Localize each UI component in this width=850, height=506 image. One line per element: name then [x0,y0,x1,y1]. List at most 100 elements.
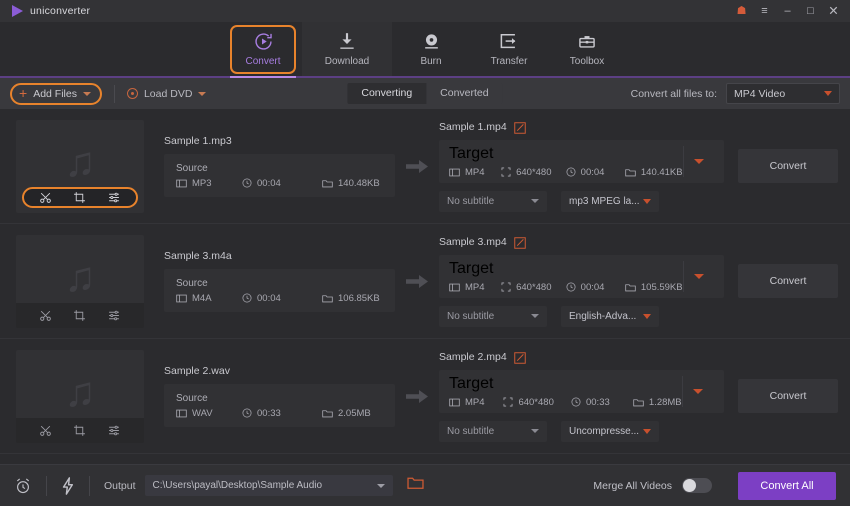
nav-tab-toolbox-label: Toolbox [569,55,605,67]
close-icon[interactable]: ✕ [827,4,840,18]
target-panel: Target MP4 640*480 [439,254,724,298]
minimize-icon[interactable]: – [781,4,794,18]
file-list: ♫ Sample 1.mp3 Source MP3 00:04 140.48KB… [0,109,850,464]
arrow-right-icon [406,389,428,403]
source-format: M4A [176,293,238,304]
convert-all-to-select[interactable]: MP4 Video [726,83,840,104]
target-format-dropdown[interactable] [682,145,714,177]
target-format: MP4 [449,282,497,293]
effect-icon[interactable] [107,424,121,437]
edit-icon[interactable] [513,236,526,249]
target-duration: 00:04 [566,282,621,293]
open-folder-icon[interactable] [406,476,424,495]
maximize-icon[interactable]: □ [804,4,817,18]
alarm-clock-icon[interactable] [14,477,32,495]
convert-icon [253,32,274,52]
nav-tab-burn[interactable]: Burn [392,22,470,76]
source-meta: MP3 00:04 140.48KB [176,178,383,189]
bottom-divider [89,475,90,496]
load-dvd-label: Load DVD [143,87,193,100]
subtitle-value: No subtitle [447,195,495,207]
lightning-bolt-icon[interactable] [61,476,75,495]
thumbnail-tools [16,302,144,328]
source-format: MP3 [176,178,238,189]
nav-tab-convert[interactable]: Convert [224,22,302,78]
file-thumbnail[interactable]: ♫ [16,119,144,213]
source-size: 2.05MB [322,408,371,419]
subtitle-select[interactable]: No subtitle [439,190,547,212]
tab-converted[interactable]: Converted [426,83,502,104]
tab-converting[interactable]: Converting [347,83,427,104]
convert-button[interactable]: Convert [738,264,838,298]
source-column: Sample 1.mp3 Source MP3 00:04 140.48KB [144,135,395,197]
subtitle-select[interactable]: No subtitle [439,420,547,442]
crop-icon[interactable] [73,309,86,322]
source-size: 140.48KB [322,178,380,189]
trim-icon[interactable] [39,309,52,322]
target-resolution: 640*480 [501,282,562,293]
convert-all-button[interactable]: Convert All [738,471,836,500]
audio-track-value: Uncompresse... [569,425,640,437]
effect-icon[interactable] [107,309,121,322]
thumbnail-tools-highlighted [22,186,138,208]
target-label: Target [449,374,494,392]
audio-track-select[interactable]: Uncompresse... [561,420,659,442]
target-meta: MP4 640*480 00:04 [449,282,683,293]
file-thumbnail[interactable]: ♫ [16,234,144,328]
nav-tab-transfer[interactable]: Transfer [470,22,548,76]
edit-icon[interactable] [513,351,526,364]
conversion-arrow [395,159,439,173]
chevron-down-icon [693,388,704,394]
audio-track-select[interactable]: mp3 MPEG la... [561,190,659,212]
source-meta: M4A 00:04 106.85KB [176,293,383,304]
load-dvd-button[interactable]: Load DVD [126,87,207,100]
file-thumbnail[interactable]: ♫ [16,349,144,443]
crop-icon[interactable] [73,191,86,204]
gift-icon[interactable]: ☗ [735,4,748,18]
source-file-name: Sample 3.m4a [164,250,232,262]
target-header: Sample 1.mp4 [439,120,724,134]
source-file-name: Sample 1.mp3 [164,135,232,147]
source-format: WAV [176,408,238,419]
source-duration: 00:04 [242,293,318,304]
target-label: Target [449,144,494,162]
disc-icon [126,88,138,99]
source-column: Sample 3.m4a Source M4A 00:04 106.85KB [144,250,395,312]
effect-icon[interactable] [107,191,121,204]
load-dvd-chevron-down-icon[interactable] [198,91,207,96]
trim-icon[interactable] [39,191,52,204]
target-format-dropdown[interactable] [681,375,714,407]
target-file-name: Sample 1.mp4 [439,120,507,133]
convert-all-to-value: MP4 Video [734,87,786,100]
add-files-chevron-down-icon[interactable] [82,91,91,96]
merge-all-videos-toggle[interactable] [682,478,712,493]
source-column: Sample 2.wav Source WAV 00:33 2.05MB [144,365,395,427]
output-path-select[interactable]: C:\Users\payal\Desktop\Sample Audio [144,475,393,496]
music-note-icon: ♫ [64,253,96,300]
conversion-arrow [395,274,439,288]
target-size: 140.41KB [625,167,683,178]
arrow-right-icon [406,274,428,288]
app-logo: uniconverter [6,5,90,17]
main-navigation: Convert Download Burn Transfer Toolbox [0,22,850,78]
nav-tab-download[interactable]: Download [302,22,392,76]
target-file-name: Sample 2.mp4 [439,350,507,363]
nav-tab-toolbox[interactable]: Toolbox [548,22,626,76]
convert-button[interactable]: Convert [738,149,838,183]
target-format-dropdown[interactable] [682,260,714,292]
chevron-down-icon [376,483,385,488]
audio-track-select[interactable]: English-Adva... [561,305,659,327]
crop-icon[interactable] [73,424,86,437]
subtitle-value: No subtitle [447,310,495,322]
source-duration: 00:33 [242,408,318,419]
target-header: Sample 3.mp4 [439,236,724,249]
menu-icon[interactable]: ≡ [758,4,771,18]
title-bar: uniconverter ☗ ≡ – □ ✕ [0,0,850,22]
add-files-button[interactable]: + Add Files [10,82,102,105]
edit-icon[interactable] [513,121,526,134]
trim-icon[interactable] [39,424,52,437]
convert-button[interactable]: Convert [738,379,838,413]
subtitle-value: No subtitle [447,425,495,437]
source-meta: WAV 00:33 2.05MB [176,408,383,419]
subtitle-select[interactable]: No subtitle [439,305,547,327]
